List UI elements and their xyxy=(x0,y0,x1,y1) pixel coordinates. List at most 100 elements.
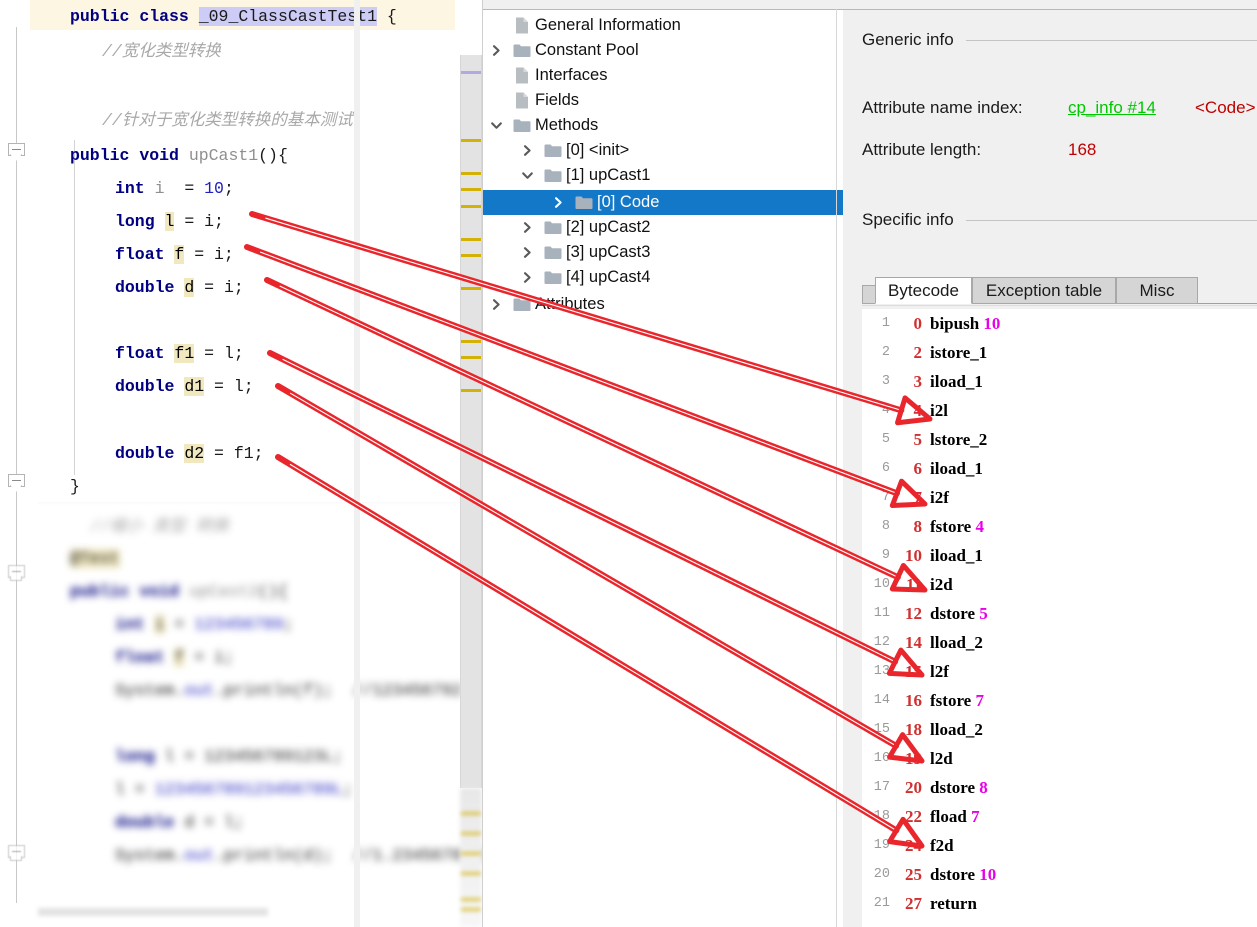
chevron-right-icon[interactable] xyxy=(483,38,509,63)
tree-item-0-init[interactable]: [0] <init> xyxy=(483,138,843,163)
attribute-name-index-link[interactable]: cp_info #14 xyxy=(1068,98,1156,118)
bytecode-row[interactable]: 16 19 l2d xyxy=(862,744,1257,773)
code-line[interactable]: double d2 = f1; xyxy=(115,437,264,470)
code-line[interactable]: float f = i; xyxy=(115,238,234,271)
bytecode-row[interactable]: 21 27 return xyxy=(862,889,1257,918)
code-line[interactable]: //针对于宽化类型转换的基本测试 xyxy=(102,104,353,137)
code-line[interactable]: double d1 = l; xyxy=(115,370,254,403)
code-line[interactable]: double d = i; xyxy=(115,271,244,304)
chevron-right-icon[interactable] xyxy=(483,292,509,317)
bytecode-mnemonic[interactable]: return xyxy=(930,889,977,918)
code-line[interactable]: System.out.println(d); //1.23456789E17 xyxy=(115,839,483,872)
chevron-down-icon[interactable] xyxy=(483,113,509,138)
bytecode-row[interactable]: 2 2 istore_1 xyxy=(862,338,1257,367)
chevron-down-icon[interactable] xyxy=(514,163,540,188)
bytecode-mnemonic[interactable]: i2l xyxy=(930,396,948,425)
tree-item-constant-pool[interactable]: Constant Pool xyxy=(483,38,836,63)
bytecode-mnemonic[interactable]: i2f xyxy=(930,483,949,512)
bytecode-mnemonic[interactable]: iload_1 xyxy=(930,367,983,396)
bytecode-mnemonic[interactable]: lstore_2 xyxy=(930,425,987,454)
editor-fold-gutter[interactable] xyxy=(0,0,30,927)
bytecode-mnemonic[interactable]: l2f xyxy=(930,657,949,686)
code-line[interactable]: l = 123456789123456789L; xyxy=(115,773,353,806)
code-line[interactable]: int i = 123456789; xyxy=(115,608,293,641)
bytecode-row[interactable]: 3 3 iload_1 xyxy=(862,367,1257,396)
code-line[interactable]: public class _09_ClassCastTest1 { xyxy=(70,0,397,33)
chevron-right-icon[interactable] xyxy=(514,215,540,240)
bytecode-row[interactable]: 8 8 fstore 4 xyxy=(862,512,1257,541)
tree-item-1-upcast1[interactable]: [1] upCast1 xyxy=(483,163,843,188)
bytecode-row[interactable]: 17 20 dstore 8 xyxy=(862,773,1257,802)
tab-exception-table[interactable]: Exception table xyxy=(972,277,1116,304)
tree-item-fields[interactable]: Fields xyxy=(483,88,836,113)
code-line[interactable]: float f = i; xyxy=(115,641,234,674)
bytecode-mnemonic[interactable]: bipush 10 xyxy=(930,309,1000,338)
code-line[interactable]: public void upCast2(){ xyxy=(70,575,288,608)
code-line[interactable]: //缩小 类型 转换 xyxy=(90,510,229,543)
tree-item-interfaces[interactable]: Interfaces xyxy=(483,63,836,88)
bytecode-mnemonic[interactable]: fload 7 xyxy=(930,802,980,831)
chevron-right-icon[interactable] xyxy=(514,138,540,163)
chevron-right-icon[interactable] xyxy=(514,265,540,290)
bytecode-row[interactable]: 18 22 fload 7 xyxy=(862,802,1257,831)
bytecode-row[interactable]: 10 11 i2d xyxy=(862,570,1257,599)
bytecode-mnemonic[interactable]: iload_1 xyxy=(930,541,983,570)
tab-bytecode[interactable]: Bytecode xyxy=(875,277,972,304)
code-line[interactable]: long l = 123456789123L; xyxy=(115,740,343,773)
bytecode-row[interactable]: 11 12 dstore 5 xyxy=(862,599,1257,628)
code-line[interactable]: System.out.println(f); //123456792 xyxy=(115,674,462,707)
bytecode-mnemonic[interactable]: fstore 7 xyxy=(930,686,984,715)
tree-item-methods[interactable]: Methods xyxy=(483,113,836,138)
editor-scrollbar-marker-track-blurred[interactable] xyxy=(460,788,482,927)
bytecode-mnemonic[interactable]: dstore 5 xyxy=(930,599,988,628)
bytecode-listing[interactable]: 1 0 bipush 10 2 2 istore_1 3 3 iload_1 4 4 i2l 5 5 lst… xyxy=(862,309,1257,927)
tree-item-0-code[interactable]: [0] Code xyxy=(483,190,843,215)
tree-item-4-upcast4[interactable]: [4] upCast4 xyxy=(483,265,843,290)
bytecode-mnemonic[interactable]: iload_1 xyxy=(930,454,983,483)
fold-marker-icon[interactable] xyxy=(8,565,25,584)
bytecode-mnemonic[interactable]: dstore 8 xyxy=(930,773,988,802)
code-line[interactable]: @Test xyxy=(70,542,120,575)
tab-misc[interactable]: Misc xyxy=(1116,277,1198,304)
code-line[interactable]: float f1 = l; xyxy=(115,337,244,370)
bytecode-row[interactable]: 7 7 i2f xyxy=(862,483,1257,512)
bytecode-row[interactable]: 15 18 lload_2 xyxy=(862,715,1257,744)
code-line[interactable]: double d = l; xyxy=(115,806,244,839)
tree-item-2-upcast2[interactable]: [2] upCast2 xyxy=(483,215,843,240)
bytecode-row[interactable]: 19 24 f2d xyxy=(862,831,1257,860)
bytecode-mnemonic[interactable]: lload_2 xyxy=(930,715,983,744)
code-line[interactable]: public void upCast1(){ xyxy=(70,139,288,172)
editor-scrollbar-marker-track[interactable] xyxy=(460,55,482,788)
bytecode-row[interactable]: 13 15 l2f xyxy=(862,657,1257,686)
bytecode-row[interactable]: 14 16 fstore 7 xyxy=(862,686,1257,715)
code-editor-pane[interactable]: public class _09_ClassCastTest1 {//宽化类型转… xyxy=(0,0,483,927)
tree-item-3-upcast3[interactable]: [3] upCast3 xyxy=(483,240,843,265)
bytecode-mnemonic[interactable]: fstore 4 xyxy=(930,512,984,541)
bytecode-row[interactable]: 5 5 lstore_2 xyxy=(862,425,1257,454)
bytecode-row[interactable]: 20 25 dstore 10 xyxy=(862,860,1257,889)
bytecode-mnemonic[interactable]: dstore 10 xyxy=(930,860,996,889)
fold-marker-icon[interactable] xyxy=(8,143,25,162)
tree-item-general-information[interactable]: General Information xyxy=(483,13,836,38)
chevron-right-icon[interactable] xyxy=(514,240,540,265)
bytecode-mnemonic[interactable]: f2d xyxy=(930,831,954,860)
tab-strip[interactable]: Bytecode Exception table Misc xyxy=(862,277,1257,304)
code-line[interactable]: int i = 10; xyxy=(115,172,234,205)
bytecode-row[interactable]: 6 6 iload_1 xyxy=(862,454,1257,483)
code-editor-lower-blurred[interactable]: //缩小 类型 转换 @Test public void upCast2(){int… xyxy=(30,500,483,927)
fold-marker-icon[interactable] xyxy=(8,474,25,493)
bytecode-mnemonic[interactable]: istore_1 xyxy=(930,338,987,367)
code-line[interactable]: //宽化类型转换 xyxy=(102,35,221,68)
chevron-right-icon[interactable] xyxy=(545,190,571,215)
bytecode-row[interactable]: 4 4 i2l xyxy=(862,396,1257,425)
fold-marker-icon[interactable] xyxy=(8,845,25,864)
bytecode-mnemonic[interactable]: lload_2 xyxy=(930,628,983,657)
bytecode-row[interactable]: 12 14 lload_2 xyxy=(862,628,1257,657)
tree-item-attributes[interactable]: Attributes xyxy=(483,292,836,317)
code-line[interactable]: long l = i; xyxy=(115,205,224,238)
bytecode-mnemonic[interactable]: l2d xyxy=(930,744,953,773)
bytecode-mnemonic[interactable]: i2d xyxy=(930,570,953,599)
bytecode-row[interactable]: 1 0 bipush 10 xyxy=(862,309,1257,338)
bytecode-row[interactable]: 9 10 iload_1 xyxy=(862,541,1257,570)
code-line[interactable]: } xyxy=(70,470,80,503)
